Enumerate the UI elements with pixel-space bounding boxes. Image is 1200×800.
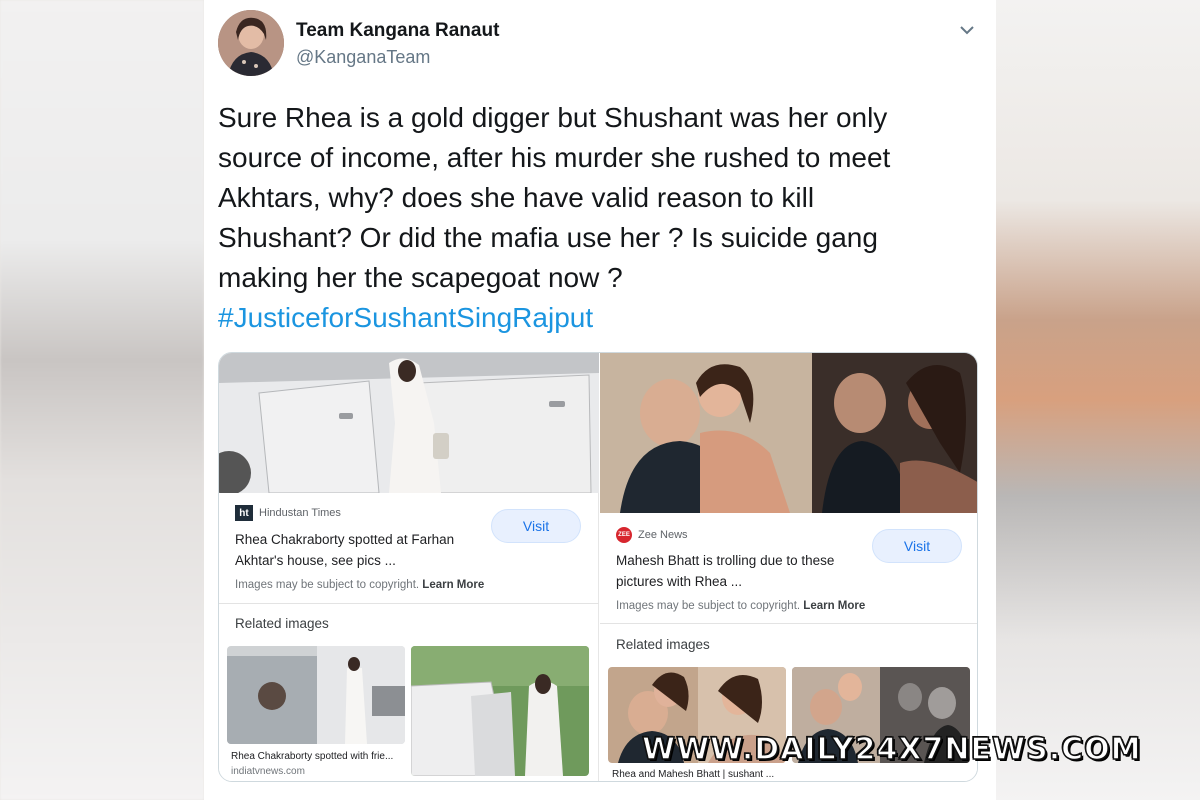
visit-button[interactable]: Visit xyxy=(872,529,962,563)
tweet-line: source of income, after his murder she r… xyxy=(218,142,891,173)
learn-more-link[interactable]: Learn More xyxy=(422,579,484,591)
hashtag-link[interactable]: #JusticeforSushantSingRajput xyxy=(218,298,978,338)
related-caption[interactable]: Rhea and Mahesh Bhatt | sushant ... xyxy=(612,769,774,780)
mahesh-rhea-photo[interactable] xyxy=(600,353,978,513)
tweet-line: Shushant? Or did the mafia use her ? Is … xyxy=(218,222,878,253)
copyright-text: Images may be subject to copyright. xyxy=(235,579,420,591)
related-caption[interactable]: Rhea Chakraborty spotted with frie... xyxy=(231,751,393,762)
related-thumbnail[interactable] xyxy=(411,646,589,776)
result-title[interactable]: Mahesh Bhatt is trolling due to these pi… xyxy=(616,550,856,592)
tweet-line: Sure Rhea is a gold digger but Shushant … xyxy=(218,102,888,133)
source-row[interactable]: ht Hindustan Times xyxy=(235,505,341,521)
source-name: Zee News xyxy=(638,529,688,541)
user-handle[interactable]: @KanganaTeam xyxy=(296,47,430,68)
search-result-card-left: ht Hindustan Times Rhea Chakraborty spot… xyxy=(219,353,599,781)
tweet-media[interactable]: ht Hindustan Times Rhea Chakraborty spot… xyxy=(218,352,978,782)
result-title-line: Akhtar's house, see pics ... xyxy=(235,553,396,568)
display-name[interactable]: Team Kangana Ranaut xyxy=(296,20,499,42)
source-row[interactable]: ZEE Zee News xyxy=(616,527,688,543)
avatar[interactable] xyxy=(218,10,284,76)
related-images-label: Related images xyxy=(616,637,710,652)
source-name: Hindustan Times xyxy=(259,507,341,519)
learn-more-link[interactable]: Learn More xyxy=(803,600,865,612)
car-photo[interactable] xyxy=(219,353,599,493)
tweet-line: making her the scapegoat now ? xyxy=(218,262,623,293)
result-title[interactable]: Rhea Chakraborty spotted at Farhan Akhta… xyxy=(235,529,475,571)
related-images-label: Related images xyxy=(235,616,329,631)
copyright-text: Images may be subject to copyright. xyxy=(616,600,801,612)
tweet-line: Akhtars, why? does she have valid reason… xyxy=(218,182,815,213)
result-title-line: pictures with Rhea ... xyxy=(616,574,743,589)
site-watermark: WWW.DAILY24X7NEWS.COM xyxy=(641,731,1142,768)
result-title-line: Mahesh Bhatt is trolling due to these xyxy=(616,553,835,568)
related-source: indiatvnews.com xyxy=(231,766,305,777)
divider xyxy=(600,623,977,624)
tweet-card: Team Kangana Ranaut @KanganaTeam Sure Rh… xyxy=(204,0,996,800)
tweet-text: Sure Rhea is a gold digger but Shushant … xyxy=(218,98,978,338)
avatar-photo xyxy=(218,10,284,76)
copyright-note: Images may be subject to copyright. Lear… xyxy=(616,600,865,612)
visit-button[interactable]: Visit xyxy=(491,509,581,543)
hindustan-times-logo-icon: ht xyxy=(235,505,253,521)
chevron-down-icon[interactable] xyxy=(956,20,978,40)
divider xyxy=(219,603,599,604)
background-left xyxy=(0,0,204,800)
copyright-note: Images may be subject to copyright. Lear… xyxy=(235,579,484,591)
search-result-card-right: ZEE Zee News Mahesh Bhatt is trolling du… xyxy=(600,353,978,781)
zee-news-logo-icon: ZEE xyxy=(616,527,632,543)
result-title-line: Rhea Chakraborty spotted at Farhan xyxy=(235,532,455,547)
related-thumbnail[interactable] xyxy=(227,646,405,744)
background-right xyxy=(996,0,1200,800)
